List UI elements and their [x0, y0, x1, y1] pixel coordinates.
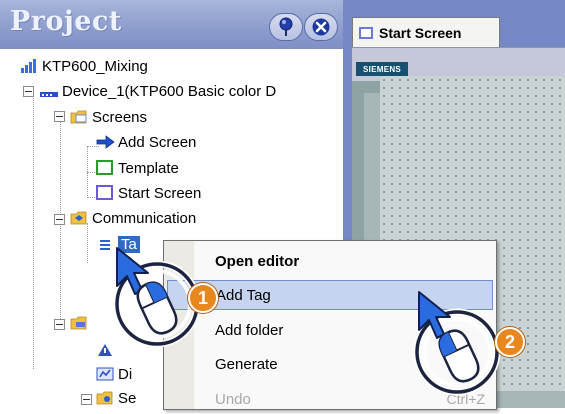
close-button[interactable] [304, 13, 338, 41]
collapse-toggle[interactable] [23, 86, 34, 97]
tab-start-screen[interactable]: Start Screen [352, 17, 500, 47]
tree-label: Communication [92, 209, 197, 227]
tree-item-communication[interactable]: Communication [70, 207, 196, 229]
tree-line [33, 89, 34, 369]
close-icon [312, 18, 330, 36]
collapse-toggle[interactable] [54, 319, 65, 330]
collapse-toggle[interactable] [54, 111, 65, 122]
tree-item-add-screen[interactable]: Add Screen [96, 131, 196, 153]
settings-folder-icon [96, 390, 114, 406]
project-panel-header: Project [0, 0, 343, 49]
menu-item-open-editor[interactable]: Open editor [167, 246, 493, 276]
tree-label: Add Screen [118, 133, 197, 151]
menu-item-label: Add Tag [216, 286, 271, 304]
tree-label: Di [118, 365, 133, 383]
tree-label: Template [118, 159, 179, 177]
tree-label: Se [118, 389, 137, 407]
tree-item-device[interactable]: Device_1(KTP600 Basic color D [40, 80, 276, 102]
communication-folder-icon [70, 210, 88, 226]
tree-item-template[interactable]: Template [96, 157, 179, 179]
device-icon [40, 83, 58, 99]
screen-icon [96, 185, 114, 201]
folder-icon [70, 109, 88, 125]
panel-title: Project [10, 6, 122, 37]
pin-icon [279, 17, 293, 36]
menu-item-label: Open editor [215, 252, 300, 270]
tree-item-di[interactable]: Di [96, 363, 132, 385]
expand-toggle[interactable] [81, 394, 92, 405]
tree-item-se[interactable]: Se [96, 387, 136, 407]
add-arrow-icon [96, 134, 115, 150]
folder-icon [70, 315, 88, 331]
tree-item-root[interactable]: KTP600_Mixing [20, 55, 148, 77]
template-icon [96, 160, 114, 176]
tree-item-folder[interactable] [70, 312, 88, 334]
tree-label: Device_1(KTP600 Basic color D [62, 82, 277, 100]
tab-label: Start Screen [379, 24, 462, 41]
tree-item-screens[interactable]: Screens [70, 106, 147, 128]
menu-item-label: Add folder [215, 321, 284, 339]
tree-item-start-screen[interactable]: Start Screen [96, 182, 201, 204]
tree-label: Start Screen [118, 184, 202, 202]
tree-line [87, 223, 88, 263]
tree-label: Screens [92, 108, 148, 126]
recipe-icon [96, 366, 114, 382]
step-badge-2: 2 [495, 327, 525, 357]
step-badge-1: 1 [188, 283, 218, 313]
pin-button[interactable] [269, 13, 303, 41]
siemens-logo: SIEMENS [356, 62, 408, 76]
collapse-toggle[interactable] [54, 214, 65, 225]
project-icon [20, 58, 38, 74]
screen-icon [359, 26, 373, 39]
tree-label: KTP600_Mixing [42, 57, 148, 75]
menu-item-label: Generate [215, 355, 278, 373]
menu-item-label: Undo [215, 390, 251, 408]
